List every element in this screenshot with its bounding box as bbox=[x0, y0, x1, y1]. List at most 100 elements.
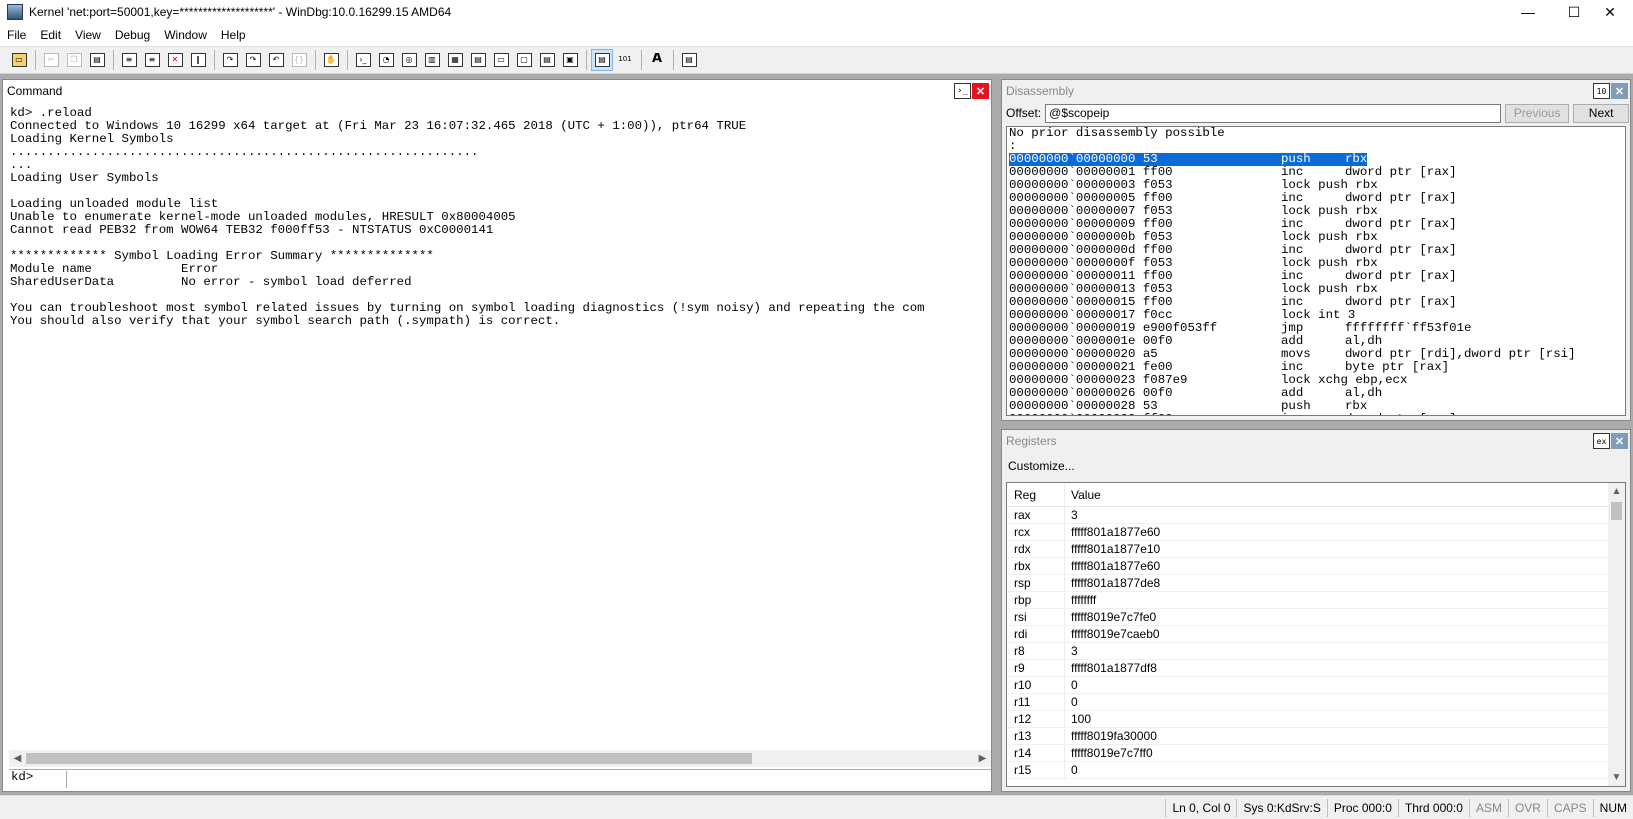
menu-debug[interactable]: Debug bbox=[108, 28, 157, 42]
register-row[interactable]: r11 0 bbox=[1007, 694, 1625, 711]
register-value[interactable]: 3 bbox=[1065, 644, 1078, 658]
status-num: NUM bbox=[1592, 798, 1633, 817]
register-row[interactable]: rsi fffff8019e7c7fe0 bbox=[1007, 609, 1625, 626]
register-value[interactable]: fffff801a1877e60 bbox=[1065, 559, 1160, 573]
menu-edit[interactable]: Edit bbox=[33, 28, 68, 42]
command-pane-menu-button[interactable]: ›_ bbox=[954, 83, 971, 99]
next-button[interactable]: Next bbox=[1573, 103, 1630, 123]
register-row[interactable]: r10 0 bbox=[1007, 677, 1625, 694]
register-value[interactable]: fffff8019e7c7ff0 bbox=[1065, 746, 1153, 760]
command-browser-button[interactable]: ▣ bbox=[559, 49, 581, 71]
disassembly-row[interactable]: 00000000`00000029 ff00incdword ptr [rax] bbox=[1009, 413, 1625, 416]
scroll-left-arrow-icon[interactable]: ◀ bbox=[9, 750, 26, 767]
register-row[interactable]: r9 fffff801a1877df8 bbox=[1007, 660, 1625, 677]
register-row[interactable]: rsp fffff801a1877de8 bbox=[1007, 575, 1625, 592]
stop-debugging-button[interactable]: ✕ bbox=[164, 49, 186, 71]
watch-window-button[interactable]: ◔ bbox=[375, 49, 397, 71]
register-value[interactable]: fffff801a1877e60 bbox=[1065, 525, 1160, 539]
scroll-right-arrow-icon[interactable]: ▶ bbox=[974, 750, 991, 767]
breakpoint-button[interactable]: ✋ bbox=[320, 49, 342, 71]
reg-column-header[interactable]: Reg bbox=[1007, 483, 1065, 506]
register-value[interactable]: fffff801a1877df8 bbox=[1065, 661, 1157, 675]
disassembly-pane-title[interactable]: Disassembly bbox=[1002, 80, 1630, 102]
step-into-button[interactable]: ↷ bbox=[219, 49, 241, 71]
step-over-button[interactable]: ↷ bbox=[242, 49, 264, 71]
register-value[interactable]: fffff8019e7c7fe0 bbox=[1065, 610, 1156, 624]
minimize-button[interactable]: — bbox=[1505, 0, 1551, 24]
registers-vertical-scrollbar[interactable]: ▲ ▼ bbox=[1608, 483, 1625, 786]
processes-threads-button[interactable]: ▤ bbox=[536, 49, 558, 71]
register-row[interactable]: r15 0 bbox=[1007, 762, 1625, 779]
close-window-button[interactable]: ✕ bbox=[1587, 0, 1633, 24]
local-mode-button[interactable]: ▤ bbox=[591, 49, 613, 71]
open-button[interactable]: ▭ bbox=[8, 49, 30, 71]
registers-pane-title[interactable]: Registers bbox=[1002, 430, 1630, 452]
value-column-header[interactable]: Value bbox=[1065, 488, 1101, 502]
menu-file[interactable]: File bbox=[0, 28, 33, 42]
cut-button[interactable]: ✂ bbox=[40, 49, 62, 71]
scratch-pad-button[interactable]: ▢ bbox=[513, 49, 535, 71]
registers-window-button[interactable]: ▥ bbox=[421, 49, 443, 71]
register-value[interactable]: ffffffff bbox=[1065, 593, 1096, 607]
command-output[interactable]: kd> .reload Connected to Windows 10 16299… bbox=[10, 107, 990, 737]
call-stack-window-button[interactable]: ▤ bbox=[467, 49, 489, 71]
menu-view[interactable]: View bbox=[68, 28, 108, 42]
go-button[interactable]: ≡ bbox=[118, 49, 140, 71]
disassembly-listing[interactable]: No prior disassembly possible:00000000`0… bbox=[1006, 126, 1626, 416]
font-button[interactable]: A bbox=[646, 49, 668, 71]
command-prompt-icon: ›_ bbox=[957, 86, 968, 96]
options-button[interactable]: ▤ bbox=[678, 49, 700, 71]
command-horizontal-scrollbar[interactable]: ◀ ▶ bbox=[9, 750, 991, 767]
register-row[interactable]: r14 fffff8019e7c7ff0 bbox=[1007, 745, 1625, 762]
command-browser-icon: ▣ bbox=[562, 53, 578, 67]
register-row[interactable]: rdi fffff8019e7caeb0 bbox=[1007, 626, 1625, 643]
offset-input[interactable] bbox=[1045, 103, 1502, 123]
registers-pane-menu-button[interactable]: ex bbox=[1593, 433, 1610, 449]
register-value[interactable]: fffff801a1877e10 bbox=[1065, 542, 1160, 556]
register-value[interactable]: 0 bbox=[1065, 695, 1078, 709]
register-row[interactable]: rcx fffff801a1877e60 bbox=[1007, 524, 1625, 541]
command-pane-title[interactable]: Command bbox=[3, 80, 991, 102]
register-row[interactable]: r13 fffff8019fa30000 bbox=[1007, 728, 1625, 745]
register-value[interactable]: fffff8019e7caeb0 bbox=[1065, 627, 1160, 641]
run-to-cursor-button[interactable]: {} bbox=[288, 49, 310, 71]
menu-help[interactable]: Help bbox=[214, 28, 253, 42]
register-value[interactable]: 3 bbox=[1065, 508, 1078, 522]
locals-window-button[interactable]: ◎ bbox=[398, 49, 420, 71]
vertical-scroll-thumb[interactable] bbox=[1611, 502, 1622, 520]
register-value[interactable]: 100 bbox=[1065, 712, 1091, 726]
horizontal-scroll-thumb[interactable] bbox=[26, 753, 752, 764]
register-value[interactable]: 0 bbox=[1065, 678, 1078, 692]
scroll-up-arrow-icon[interactable]: ▲ bbox=[1608, 483, 1625, 500]
restart-button[interactable]: ≡ bbox=[141, 49, 163, 71]
memory-window-button[interactable]: ▦ bbox=[444, 49, 466, 71]
break-button[interactable]: ‖ bbox=[187, 49, 209, 71]
registers-pane-close-button[interactable]: ✕ bbox=[1611, 433, 1628, 449]
previous-button[interactable]: Previous bbox=[1505, 103, 1570, 123]
register-row[interactable]: rbx fffff801a1877e60 bbox=[1007, 558, 1625, 575]
customize-link[interactable]: Customize... bbox=[1008, 459, 1075, 473]
register-name: rbx bbox=[1007, 558, 1065, 574]
copy-button[interactable]: ❐ bbox=[63, 49, 85, 71]
call-stack-icon: ▤ bbox=[470, 53, 486, 67]
register-row[interactable]: rax 3 bbox=[1007, 507, 1625, 524]
disassembly-window-button[interactable]: ▭ bbox=[490, 49, 512, 71]
paste-button[interactable]: ▤ bbox=[86, 49, 108, 71]
register-value[interactable]: 0 bbox=[1065, 763, 1078, 777]
disassembly-pane-menu-button[interactable]: 10 bbox=[1593, 83, 1610, 99]
register-row[interactable]: r12 100 bbox=[1007, 711, 1625, 728]
scroll-down-arrow-icon[interactable]: ▼ bbox=[1608, 769, 1625, 786]
command-window-button[interactable]: ›_ bbox=[352, 49, 374, 71]
register-row[interactable]: r8 3 bbox=[1007, 643, 1625, 660]
source-mode-button[interactable]: 101 bbox=[614, 49, 636, 71]
register-row[interactable]: rdx fffff801a1877e10 bbox=[1007, 541, 1625, 558]
step-out-button[interactable]: ↶ bbox=[265, 49, 287, 71]
register-value[interactable]: fffff8019fa30000 bbox=[1065, 729, 1157, 743]
register-row[interactable]: rbp ffffffff bbox=[1007, 592, 1625, 609]
menu-window[interactable]: Window bbox=[157, 28, 214, 42]
command-input[interactable] bbox=[67, 770, 991, 788]
register-value[interactable]: fffff801a1877de8 bbox=[1065, 576, 1160, 590]
disassembly-pane-close-button[interactable]: ✕ bbox=[1611, 83, 1628, 99]
registers-grid[interactable]: Reg Value rax 3 rcx fffff801a1877e60 rdx ffff… bbox=[1006, 482, 1626, 787]
command-pane-close-button[interactable]: ✕ bbox=[972, 83, 989, 99]
